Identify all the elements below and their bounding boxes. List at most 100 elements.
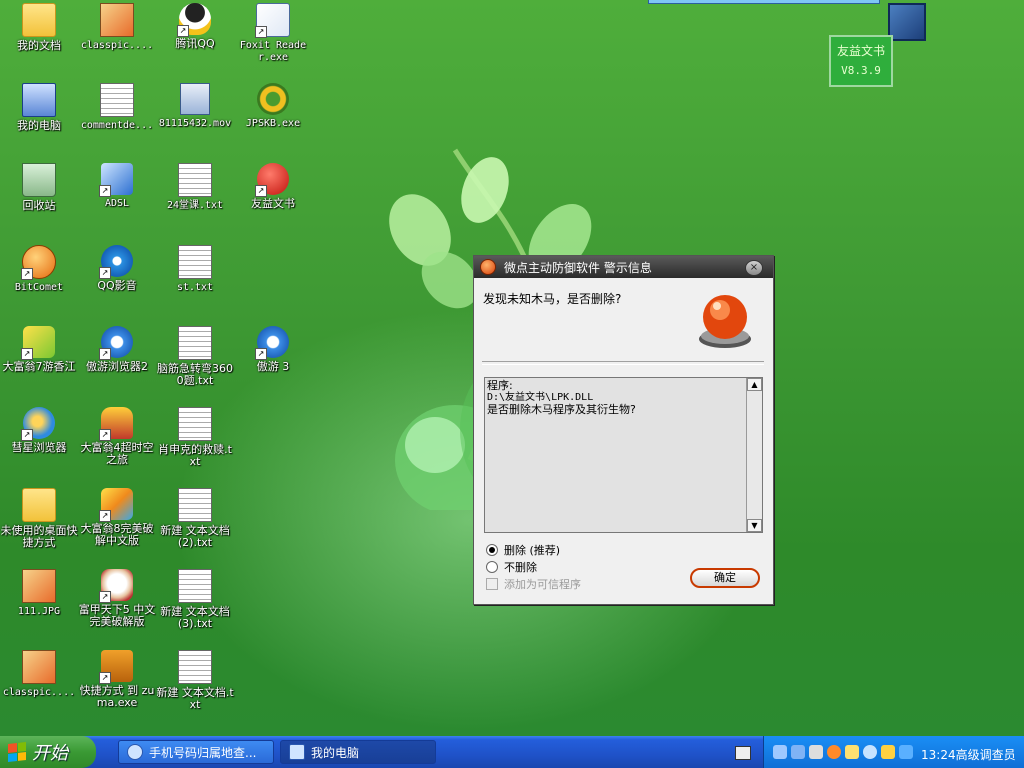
taskbar-item-my-computer[interactable]: 我的电脑: [280, 740, 436, 764]
desktop-icon-maxthon3[interactable]: 傲游 3: [234, 326, 312, 373]
desktop-icon-jpskb[interactable]: JPSKB.exe: [234, 83, 312, 130]
clock[interactable]: 13:24高级调查员: [921, 746, 1016, 763]
desktop-icon-unused-shortcuts-folder[interactable]: 未使用的桌面快捷方式: [0, 488, 78, 549]
option-delete-label: 删除 (推荐): [504, 544, 561, 557]
checkbox-trust: [486, 578, 498, 590]
desktop-icon-label: 彗星浏览器: [11, 441, 67, 454]
text-file-icon: [178, 245, 212, 279]
desktop-icon-fujia5[interactable]: 富甲天下5 中文完美破解版: [78, 569, 156, 628]
desktop-icon-st-txt[interactable]: st.txt: [156, 245, 234, 294]
threat-details-box[interactable]: 程序: D:\友益文书\LPK.DLL 是否删除木马程序及其衍生物? ▲ ▼: [484, 377, 763, 533]
folder-icon: [22, 488, 56, 522]
desktop-icon-zuma-shortcut[interactable]: 快捷方式 到 zuma.exe: [78, 650, 156, 709]
desktop-icon-label: 111.JPG: [17, 606, 61, 617]
desktop-icon-commentde[interactable]: commentde...: [78, 83, 156, 132]
qq-tray-icon[interactable]: [809, 745, 823, 759]
radio-delete[interactable]: [486, 544, 498, 556]
desktop-icon-label: classpic....: [80, 40, 154, 51]
desktop-icon-youyi-wenshu[interactable]: 友益文书: [234, 163, 312, 210]
details-scrollbar[interactable]: ▲ ▼: [746, 378, 762, 532]
maxthon-tray-icon[interactable]: [863, 745, 877, 759]
scroll-up-icon[interactable]: ▲: [747, 378, 762, 391]
desktop-icon-label: 脑筋急转弯3600题.txt: [157, 362, 233, 387]
scroll-down-icon[interactable]: ▼: [747, 519, 762, 532]
zuma-icon: [99, 650, 133, 684]
desktop-icon-recycle-bin[interactable]: 回收站: [0, 163, 78, 212]
desktop-icon-riddles-txt[interactable]: 脑筋急转弯3600题.txt: [156, 326, 234, 387]
my-computer-icon: [289, 744, 305, 760]
option-delete[interactable]: 删除 (推荐): [486, 542, 560, 558]
maxthon2-icon: [99, 326, 133, 360]
desktop-icon-qq-player[interactable]: QQ影音: [78, 245, 156, 292]
comet-browser-icon: [21, 407, 55, 441]
network2-icon[interactable]: [791, 745, 805, 759]
youyi-wenshu-version-badge[interactable]: 友益文书 V8.3.9: [829, 35, 893, 87]
recycle-bin-icon: [22, 163, 56, 197]
desktop-icon-new-text-3[interactable]: 新建 文本文档 (3).txt: [156, 569, 234, 630]
desktop-icon-24-lessons[interactable]: 24堂课.txt: [156, 163, 234, 212]
info-program-label: 程序:: [487, 379, 513, 392]
option-trust: 添加为可信程序: [486, 576, 581, 592]
desktop-icon-label: 我的电脑: [17, 119, 61, 132]
desktop-icon-label: st.txt: [176, 282, 214, 293]
desktop-icon-comet-browser[interactable]: 彗星浏览器: [0, 407, 78, 454]
antivirus-tray-icon[interactable]: [827, 745, 841, 759]
kite-tray-icon[interactable]: [899, 745, 913, 759]
desktop-icon-my-computer[interactable]: 我的电脑: [0, 83, 78, 132]
desktop-icon-foxit-reader[interactable]: Foxit Reader.exe: [234, 3, 312, 64]
badge-version: V8.3.9: [841, 64, 881, 77]
start-button[interactable]: 开始: [0, 736, 96, 768]
desktop-icon-label: Foxit Reader.exe: [239, 40, 307, 63]
desktop-icon-classpic-1[interactable]: classpic....: [78, 3, 156, 52]
richman4-icon: [99, 407, 133, 441]
start-label: 开始: [32, 743, 68, 764]
text-file-icon: [178, 488, 212, 522]
qq-penguin-icon[interactable]: [881, 745, 895, 759]
desktop[interactable]: 我的文档 我的电脑 回收站 BitComet 大富翁7游香江 彗星浏览器 未使用…: [0, 0, 1024, 736]
desktop-icon-maxthon2[interactable]: 傲游浏览器2: [78, 326, 156, 373]
dialog-titlebar[interactable]: 微点主动防御软件 警示信息 ×: [474, 256, 773, 278]
desktop-icon-label: 24堂课.txt: [166, 200, 224, 211]
keyboard-icon[interactable]: [735, 746, 751, 760]
desktop-icon-my-documents[interactable]: 我的文档: [0, 3, 78, 52]
desktop-icon-label: ADSL: [104, 198, 130, 209]
fujia5-icon: [99, 569, 133, 603]
kite-app-icon[interactable]: [888, 3, 926, 41]
bitcomet-icon: [21, 245, 56, 280]
option-keep-label: 不删除: [504, 561, 537, 574]
desktop-icon-shawshank-txt[interactable]: 肖申克的救赎.txt: [156, 407, 234, 468]
security-alert-dialog: 微点主动防御软件 警示信息 × 发现未知木马，是否删除? 程序: D:\友益文书…: [473, 255, 774, 605]
info-question: 是否删除木马程序及其衍生物?: [487, 403, 636, 416]
option-keep[interactable]: 不删除: [486, 559, 537, 575]
clock-time: 13:24: [921, 748, 956, 762]
close-icon[interactable]: ×: [745, 260, 763, 276]
desktop-icon-label: 大富翁4超时空之旅: [80, 441, 154, 466]
desktop-icon-adsl[interactable]: ADSL: [78, 163, 156, 210]
text-file-icon: [178, 569, 212, 603]
taskbar-item-label: 我的电脑: [311, 745, 360, 760]
desktop-icon-mov-file[interactable]: 81115432.mov: [156, 83, 234, 130]
taskbar: 开始 手机号码归属地查... 我的电脑 13:24高级调查员: [0, 736, 1024, 768]
network-icon[interactable]: [773, 745, 787, 759]
desktop-icon-qq[interactable]: 腾讯QQ: [156, 3, 234, 50]
desktop-icon-classpic-2[interactable]: classpic....: [0, 650, 78, 699]
foxit-reader-icon: [255, 3, 290, 38]
image-file-icon: [100, 3, 134, 37]
shield-icon[interactable]: [845, 745, 859, 759]
text-file-icon: [178, 326, 212, 360]
desktop-icon-new-text-2[interactable]: 新建 文本文档 (2).txt: [156, 488, 234, 549]
desktop-icon-new-text[interactable]: 新建 文本文档.txt: [156, 650, 234, 711]
image-file-icon: [22, 569, 56, 603]
radio-keep[interactable]: [486, 561, 498, 573]
desktop-icon-richman4[interactable]: 大富翁4超时空之旅: [78, 407, 156, 466]
floating-toolbar-edge[interactable]: [648, 0, 880, 4]
ok-button[interactable]: 确定: [690, 568, 760, 588]
desktop-icon-label: 腾讯QQ: [175, 37, 215, 50]
desktop-icon-label: 大富翁7游香江: [2, 360, 76, 373]
desktop-icon-label: BitComet: [14, 282, 64, 293]
desktop-icon-richman8[interactable]: 大富翁8完美破解中文版: [78, 488, 156, 547]
taskbar-item-phone-lookup[interactable]: 手机号码归属地查...: [118, 740, 274, 764]
desktop-icon-richman7[interactable]: 大富翁7游香江: [0, 326, 78, 373]
desktop-icon-111-jpg[interactable]: 111.JPG: [0, 569, 78, 618]
desktop-icon-bitcomet[interactable]: BitComet: [0, 245, 78, 294]
